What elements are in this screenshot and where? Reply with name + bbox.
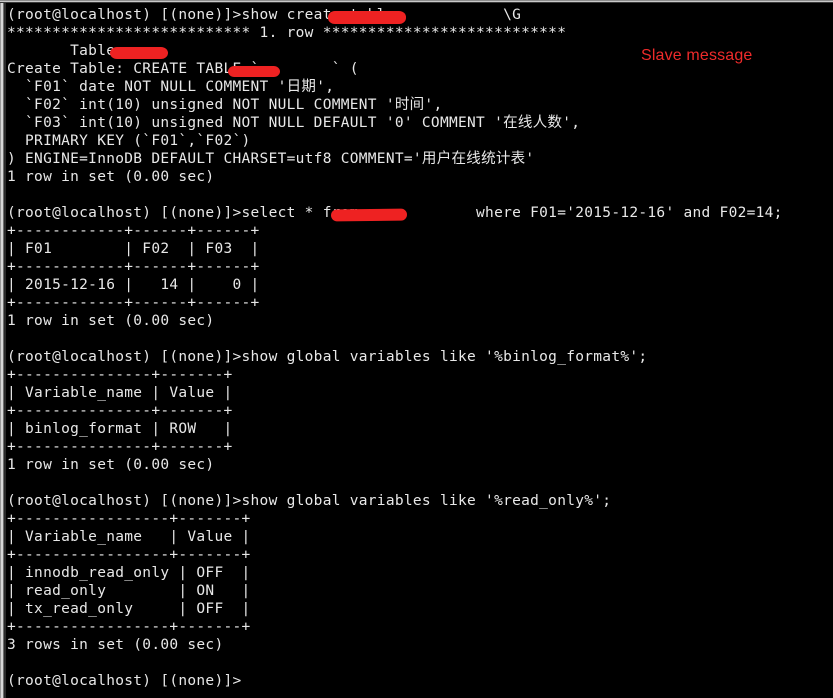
select-table-border-bottom: +------------+------+------+ xyxy=(7,295,260,311)
table-row: | 2015-12-16 | 14 | 0 | xyxy=(7,277,260,293)
table-row: | innodb_read_only | OFF | xyxy=(7,565,251,581)
create-table-result-footer: 1 row in set (0.00 sec) xyxy=(7,169,215,185)
table-row: | binlog_format | ROW | xyxy=(7,421,233,437)
binlog-table-border-top: +---------------+-------+ xyxy=(7,367,233,383)
slave-message-annotation: Slave message xyxy=(641,47,753,64)
create-table-column-f02: `F02` int(10) unsigned NOT NULL COMMENT … xyxy=(7,97,443,113)
select-table-border-mid: +------------+------+------+ xyxy=(7,259,260,275)
create-table-column-f01: `F01` date NOT NULL COMMENT '日期', xyxy=(7,79,335,95)
readonly-result-footer: 3 rows in set (0.00 sec) xyxy=(7,637,224,653)
select-table-header-row: | F01 | F02 | F03 | xyxy=(7,241,260,257)
prompt-line-show-create-table: (root@localhost) [(none)]>show create ta… xyxy=(7,7,522,23)
readonly-table-border-top: +-----------------+-------+ xyxy=(7,511,251,527)
result-row-separator-header: *************************** 1. row *****… xyxy=(7,25,567,41)
prompt-line-binlog-format: (root@localhost) [(none)]>show global va… xyxy=(7,349,648,365)
window-frame-left xyxy=(0,0,6,698)
table-row: | tx_read_only | OFF | xyxy=(7,601,251,617)
table-row: | read_only | ON | xyxy=(7,583,251,599)
select-result-footer: 1 row in set (0.00 sec) xyxy=(7,313,215,329)
prompt-line-select: (root@localhost) [(none)]>select * from … xyxy=(7,205,783,221)
terminal-output-pane[interactable]: (root@localhost) [(none)]>show create ta… xyxy=(0,0,833,698)
binlog-table-border-mid: +---------------+-------+ xyxy=(7,403,233,419)
create-table-engine-options: ) ENGINE=InnoDB DEFAULT CHARSET=utf8 COM… xyxy=(7,151,535,167)
create-table-column-f03: `F03` int(10) unsigned NOT NULL DEFAULT … xyxy=(7,115,581,131)
window-frame-top xyxy=(0,0,833,3)
binlog-result-footer: 1 row in set (0.00 sec) xyxy=(7,457,215,473)
readonly-table-header-row: | Variable_name | Value | xyxy=(7,529,251,545)
prompt-line-current[interactable]: (root@localhost) [(none)]> xyxy=(7,672,833,690)
binlog-table-header-row: | Variable_name | Value | xyxy=(7,385,233,401)
binlog-table-border-bottom: +---------------+-------+ xyxy=(7,439,233,455)
create-table-primary-key: PRIMARY KEY (`F01`,`F02`) xyxy=(7,133,251,149)
prompt-line-read-only: (root@localhost) [(none)]>show global va… xyxy=(7,493,612,509)
select-table-border-top: +------------+------+------+ xyxy=(7,223,260,239)
readonly-table-border-bottom: +-----------------+-------+ xyxy=(7,619,251,635)
readonly-table-border-mid: +-----------------+-------+ xyxy=(7,547,251,563)
